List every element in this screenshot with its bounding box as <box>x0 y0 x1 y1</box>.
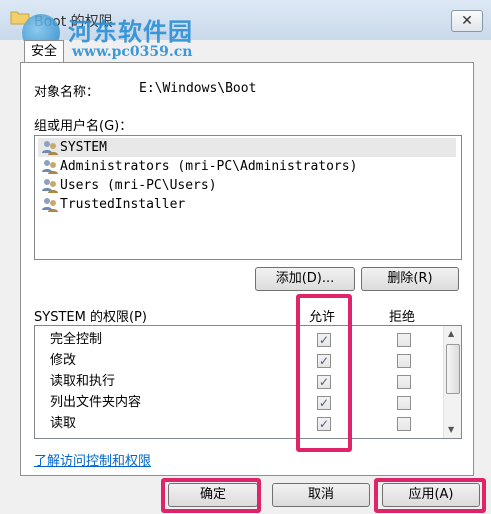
allow-column-highlight <box>296 294 352 452</box>
user-list: SYSTEM Administrators (mri-PC\Administra… <box>34 135 462 260</box>
user-group-icon <box>42 141 58 155</box>
window-title: Boot 的权限 <box>34 14 113 30</box>
scroll-down-arrow-icon[interactable]: ▼ <box>448 425 454 434</box>
security-panel: 对象名称： E:\Windows\Boot 组或用户名(G)： SYSTEM A… <box>20 62 474 476</box>
list-item-users[interactable]: Users (mri-PC\Users) <box>38 176 456 195</box>
deny-column-header: 拒绝 <box>389 310 416 325</box>
group-list-label: 组或用户名(G)： <box>34 119 133 134</box>
list-item-system[interactable]: SYSTEM <box>38 138 456 157</box>
tab-security[interactable]: 安全 <box>24 40 64 63</box>
close-button[interactable]: ✕ <box>451 10 483 32</box>
access-control-help-link[interactable]: 了解访问控制和权限 <box>34 450 151 469</box>
permission-row-modify: 修改 ✓ <box>35 350 443 371</box>
permission-name: 完全控制 <box>50 332 103 347</box>
user-name: Administrators (mri-PC\Administrators) <box>60 159 358 174</box>
ok-button-highlight <box>161 478 261 513</box>
permission-name: 列出文件夹内容 <box>50 395 142 410</box>
user-group-icon <box>42 160 58 174</box>
add-button[interactable]: 添加(D)... <box>255 267 355 291</box>
remove-button[interactable]: 删除(R) <box>361 267 459 291</box>
deny-checkbox-list-folder[interactable] <box>397 396 411 410</box>
user-group-icon <box>42 179 58 193</box>
list-item-administrators[interactable]: Administrators (mri-PC\Administrators) <box>38 157 456 176</box>
apply-button-highlight <box>374 478 486 513</box>
cancel-button[interactable]: 取消 <box>272 483 370 507</box>
user-name: Users (mri-PC\Users) <box>60 178 217 193</box>
user-name: SYSTEM <box>60 140 107 155</box>
permissions-label: SYSTEM 的权限(P) <box>34 310 147 325</box>
watermark-url: www.pc0359.cn <box>72 44 193 60</box>
deny-checkbox-read[interactable] <box>397 417 411 431</box>
deny-checkbox-full-control[interactable] <box>397 333 411 347</box>
object-name-label: 对象名称： <box>34 85 100 100</box>
permission-name: 读取和执行 <box>50 374 116 389</box>
permission-name: 读取 <box>50 416 77 431</box>
folder-icon <box>10 11 30 25</box>
permission-name: 修改 <box>50 353 77 368</box>
permissions-dialog: Boot 的权限 ✕ 河东软件园 www.pc0359.cn 安全 对象名称： … <box>0 0 491 514</box>
deny-checkbox-modify[interactable] <box>397 354 411 368</box>
permission-row-full-control: 完全控制 ✓ <box>35 329 443 350</box>
scroll-thumb[interactable] <box>446 344 460 394</box>
deny-checkbox-read-execute[interactable] <box>397 375 411 389</box>
user-name: TrustedInstaller <box>60 197 186 212</box>
permission-row-read-execute: 读取和执行 ✓ <box>35 371 443 392</box>
title-bar: Boot 的权限 ✕ <box>0 0 491 40</box>
permission-row-list-folder: 列出文件夹内容 ✓ <box>35 392 443 413</box>
permission-list: 完全控制 ✓ 修改 ✓ 读取和执行 ✓ 列出文件夹内容 ✓ 读取 ✓ ▲ ▼ <box>34 325 462 439</box>
permission-row-read: 读取 ✓ <box>35 413 443 434</box>
permission-scrollbar[interactable]: ▲ ▼ <box>443 326 461 438</box>
object-name-value: E:\Windows\Boot <box>139 81 257 96</box>
scroll-up-arrow-icon[interactable]: ▲ <box>448 329 454 338</box>
user-group-icon <box>42 198 58 212</box>
list-item-trustedinstaller[interactable]: TrustedInstaller <box>38 195 456 214</box>
